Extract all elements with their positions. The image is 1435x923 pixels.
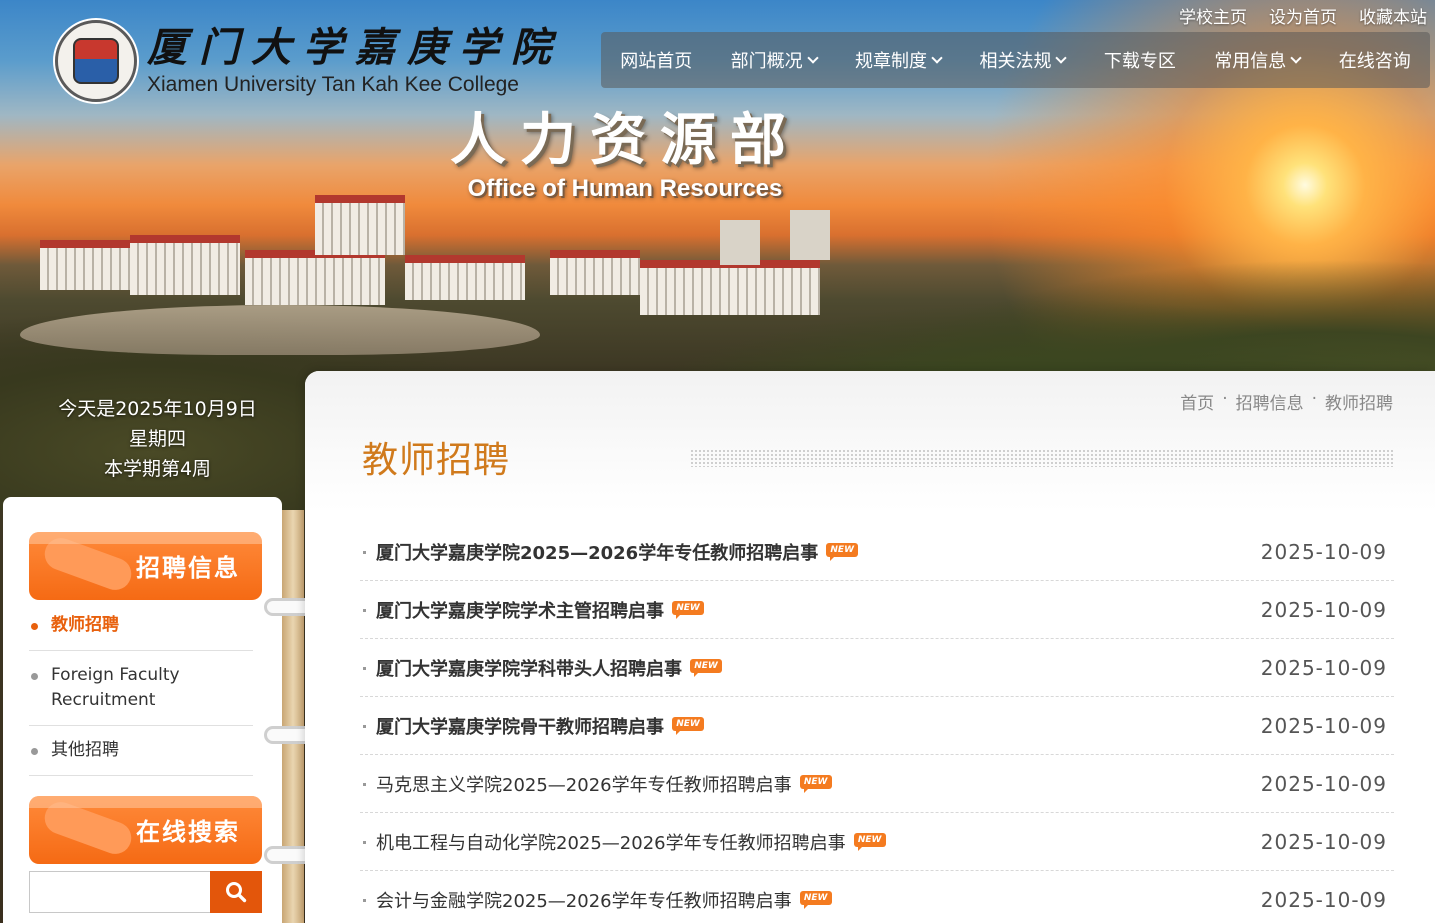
new-badge: NEW	[799, 890, 832, 909]
breadcrumb-current[interactable]: 教师招聘	[1325, 389, 1393, 414]
chevron-down-icon	[1055, 52, 1068, 64]
title-divider	[690, 449, 1393, 467]
top-links: 学校主页 设为首页 收藏本站	[1179, 3, 1427, 28]
today-date: 今天是2025年10月9日	[58, 398, 257, 420]
breadcrumb-separator: ·	[1311, 389, 1317, 409]
college-seal-icon	[55, 20, 137, 102]
news-item[interactable]: 机电工程与自动化学院2025—2026学年专任教师招聘启事 NEW 2025-1…	[360, 813, 1394, 871]
sidebar-item-other-recruitment[interactable]: 其他招聘	[29, 726, 253, 776]
news-title: 厦门大学嘉庚学院2025—2026学年专任教师招聘启事	[376, 542, 819, 564]
news-title: 厦门大学嘉庚学院学术主管招聘启事	[376, 600, 664, 622]
chevron-down-icon	[806, 52, 819, 64]
breadcrumb-home[interactable]: 首页	[1180, 389, 1214, 414]
news-date: 2025-10-09	[1260, 597, 1387, 622]
sidebar-menu: 教师招聘 Foreign Faculty Recruitment 其他招聘	[29, 601, 253, 776]
chevron-down-icon	[931, 52, 943, 64]
new-badge: NEW	[826, 542, 859, 561]
search-button[interactable]	[210, 871, 262, 913]
sidebar: 招聘信息 教师招聘 Foreign Faculty Recruitment 其他…	[3, 497, 282, 923]
nav-item-downloads[interactable]: 下载专区	[1104, 47, 1176, 73]
news-item[interactable]: 厦门大学嘉庚学院学科带头人招聘启事 NEW 2025-10-09	[360, 639, 1394, 697]
link-bookmark[interactable]: 收藏本站	[1359, 3, 1427, 28]
search-section-header: 在线搜索	[29, 796, 262, 864]
news-date: 2025-10-09	[1260, 713, 1387, 738]
nav-item-home[interactable]: 网站首页	[620, 47, 692, 73]
semester-week: 本学期第4周	[103, 458, 212, 480]
new-badge: NEW	[672, 716, 704, 735]
news-title: 机电工程与自动化学院2025—2026学年专任教师招聘启事	[376, 832, 846, 854]
news-date: 2025-10-09	[1260, 771, 1387, 796]
college-name-en: Xiamen University Tan Kah Kee College	[147, 73, 519, 96]
breadcrumb-separator: ·	[1222, 389, 1228, 409]
news-title: 厦门大学嘉庚学院学科带头人招聘启事	[376, 658, 682, 680]
news-date: 2025-10-09	[1260, 539, 1387, 564]
news-date: 2025-10-09	[1260, 887, 1387, 912]
sidebar-item-foreign-faculty[interactable]: Foreign Faculty Recruitment	[29, 651, 253, 726]
news-title: 马克思主义学院2025—2026学年专任教师招聘启事	[376, 774, 792, 796]
nav-item-consult[interactable]: 在线咨询	[1339, 47, 1411, 73]
weekday: 星期四	[128, 428, 186, 450]
nav-item-laws[interactable]: 相关法规	[979, 47, 1068, 73]
news-list: 厦门大学嘉庚学院2025—2026学年专任教师招聘启事 NEW 2025-10-…	[360, 523, 1394, 923]
search-box	[29, 871, 262, 913]
link-set-homepage[interactable]: 设为首页	[1269, 3, 1337, 28]
sidebar-item-teacher-recruitment[interactable]: 教师招聘	[29, 601, 253, 651]
nav-item-common-info[interactable]: 常用信息	[1214, 47, 1302, 73]
search-icon	[226, 882, 247, 903]
link-school-home[interactable]: 学校主页	[1179, 3, 1247, 28]
search-input[interactable]	[31, 873, 208, 911]
department-title-cn: 人力资源部	[450, 108, 800, 173]
news-item[interactable]: 厦门大学嘉庚学院学术主管招聘启事 NEW 2025-10-09	[360, 581, 1394, 639]
news-title: 厦门大学嘉庚学院骨干教师招聘启事	[376, 716, 664, 738]
news-item[interactable]: 会计与金融学院2025—2026学年专任教师招聘启事 NEW 2025-10-0…	[360, 871, 1394, 923]
date-info: 今天是2025年10月9日 星期四 本学期第4周	[10, 394, 305, 484]
main-panel: 首页 · 招聘信息 · 教师招聘 教师招聘 厦门大学嘉庚学院2025—2026学…	[305, 371, 1435, 923]
department-title-en: Office of Human Resources	[467, 175, 783, 202]
news-item[interactable]: 厦门大学嘉庚学院2025—2026学年专任教师招聘启事 NEW 2025-10-…	[360, 523, 1394, 581]
nav-item-regulations[interactable]: 规章制度	[855, 47, 943, 73]
news-date: 2025-10-09	[1260, 829, 1387, 854]
breadcrumb: 首页 · 招聘信息 · 教师招聘	[1180, 389, 1393, 414]
main-nav: 网站首页 部门概况 规章制度 相关法规 下载专区 常用信息 在线咨询	[601, 32, 1430, 88]
nav-item-department[interactable]: 部门概况	[731, 47, 819, 73]
sidebar-section-header: 招聘信息	[29, 532, 262, 600]
news-item[interactable]: 厦门大学嘉庚学院骨干教师招聘启事 NEW 2025-10-09	[360, 697, 1394, 755]
news-title: 会计与金融学院2025—2026学年专任教师招聘启事	[376, 890, 792, 912]
college-name-cn: 厦门大学嘉庚学院	[147, 24, 563, 71]
college-logo[interactable]: 厦门大学嘉庚学院 Xiamen University Tan Kah Kee C…	[55, 16, 563, 106]
department-title: 人力资源部 Office of Human Resources	[450, 108, 800, 204]
news-date: 2025-10-09	[1260, 655, 1387, 680]
chevron-down-icon	[1290, 52, 1302, 64]
new-badge: NEW	[690, 658, 722, 677]
news-item[interactable]: 马克思主义学院2025—2026学年专任教师招聘启事 NEW 2025-10-0…	[360, 755, 1394, 813]
page-title: 教师招聘	[362, 440, 511, 481]
new-badge: NEW	[799, 774, 832, 793]
breadcrumb-recruitment[interactable]: 招聘信息	[1236, 389, 1304, 414]
new-badge: NEW	[672, 600, 704, 619]
new-badge: NEW	[853, 832, 886, 851]
